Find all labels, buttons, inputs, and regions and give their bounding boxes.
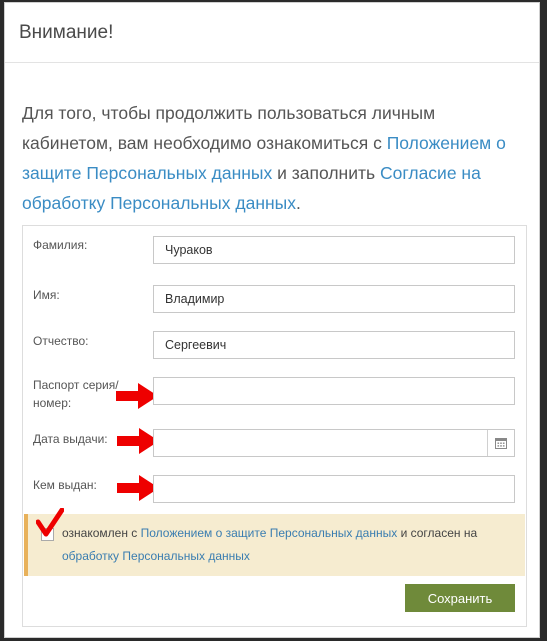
patronymic-input[interactable]: Сергеевич — [153, 331, 515, 359]
consent-modal: Внимание! Для того, чтобы продолжить пол… — [4, 2, 540, 638]
surname-label: Фамилия: — [33, 238, 88, 252]
patronymic-label: Отчество: — [33, 334, 89, 348]
passport-input[interactable] — [153, 377, 515, 405]
calendar-button[interactable] — [487, 430, 514, 456]
consent-text-1: ознакомлен с — [62, 526, 141, 540]
save-button[interactable]: Сохранить — [405, 584, 515, 612]
intro-text-2: и заполнить — [272, 163, 380, 183]
surname-input[interactable]: Чураков — [153, 236, 515, 264]
intro-paragraph: Для того, чтобы продолжить пользоваться … — [22, 98, 527, 218]
modal-header: Внимание! — [5, 3, 539, 63]
intro-text-1: Для того, чтобы продолжить пользоваться … — [22, 103, 436, 153]
consent-text-2: и согласен на — [397, 526, 478, 540]
consent-processing-link[interactable]: обработку Персональных данных — [62, 549, 250, 563]
consent-text: ознакомлен с Положением о защите Персона… — [62, 522, 522, 568]
red-arrow-annotation-icon — [116, 383, 158, 409]
consent-alert: ознакомлен с Положением о защите Персона… — [24, 508, 525, 576]
issue-date-label: Дата выдачи: — [33, 432, 108, 446]
consent-policy-link[interactable]: Положением о защите Персональных данных — [141, 526, 398, 540]
passport-label: Паспорт серия/ номер: — [33, 378, 119, 410]
intro-text-3: . — [295, 193, 301, 213]
modal-title: Внимание! — [19, 21, 114, 43]
issue-date-input[interactable] — [153, 429, 515, 457]
name-label: Имя: — [33, 288, 60, 302]
personal-data-form: Фамилия: Чураков Имя: Владимир Отчество:… — [22, 225, 527, 627]
calendar-icon — [495, 438, 507, 449]
issued-by-label: Кем выдан: — [33, 478, 97, 492]
name-input[interactable]: Владимир — [153, 285, 515, 313]
issued-by-input[interactable] — [153, 475, 515, 503]
red-checkmark-annotation-icon — [36, 508, 64, 537]
